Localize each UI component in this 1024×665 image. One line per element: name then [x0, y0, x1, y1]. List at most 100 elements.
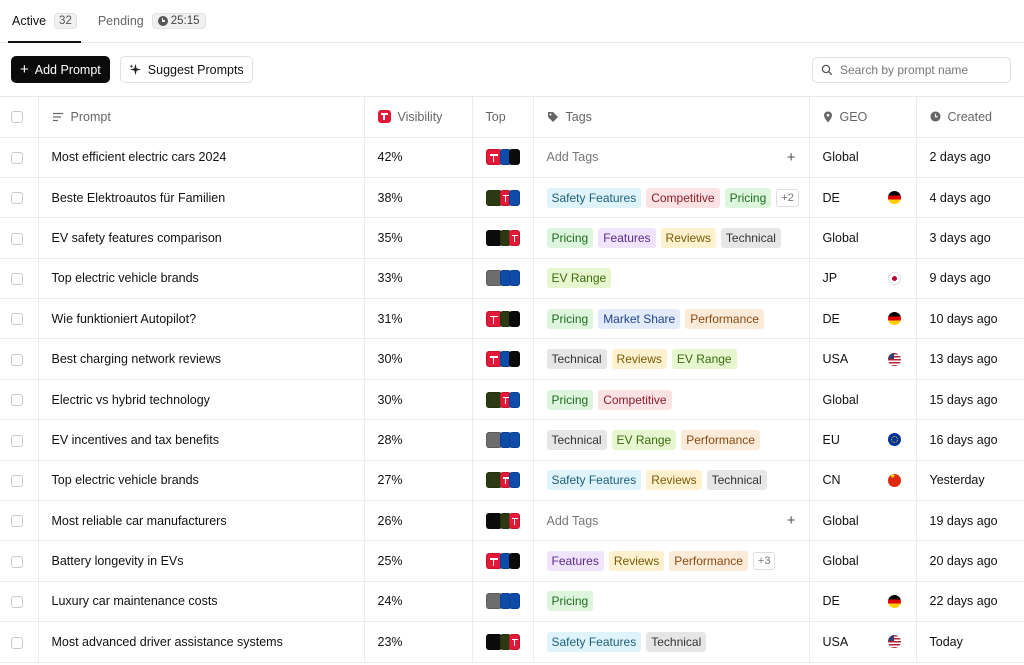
column-header-tags[interactable]: Tags: [533, 97, 810, 138]
row-checkbox[interactable]: [11, 475, 23, 488]
column-header-prompt[interactable]: Prompt: [38, 97, 365, 138]
prompt-cell[interactable]: Best charging network reviews: [38, 338, 365, 380]
tag-chip[interactable]: Competitive: [598, 389, 672, 410]
row-select-cell: [0, 258, 39, 300]
tag-chip[interactable]: Reviews: [660, 227, 716, 248]
visibility-cell: 30%: [364, 338, 473, 380]
top-brands: [485, 472, 520, 489]
tag-chip[interactable]: Pricing: [546, 389, 594, 410]
tag-chip[interactable]: Safety Features: [546, 631, 642, 652]
tag-chip[interactable]: Reviews: [608, 551, 665, 572]
tag-chip[interactable]: EV Range: [546, 268, 612, 289]
row-checkbox[interactable]: [11, 232, 23, 245]
more-tags-badge[interactable]: +2: [776, 188, 799, 207]
prompt-cell[interactable]: Beste Elektroautos für Familien: [38, 177, 365, 219]
prompt-cell[interactable]: Battery longevity in EVs: [38, 540, 365, 582]
table-row[interactable]: Best charging network reviews 30% Techni…: [0, 338, 1024, 380]
brand-logo-icon: [508, 351, 520, 368]
row-checkbox[interactable]: [11, 313, 23, 326]
more-tags-badge[interactable]: +3: [752, 552, 776, 571]
row-checkbox[interactable]: [11, 636, 23, 649]
table-row[interactable]: Top electric vehicle brands 27% Safety F…: [0, 460, 1024, 502]
column-header-visibility-label: Visibility: [397, 109, 443, 124]
add-tags-button[interactable]: Add Tags +: [547, 512, 796, 529]
tag-chip[interactable]: Reviews: [611, 349, 667, 370]
row-checkbox[interactable]: [11, 151, 23, 164]
tag-chip[interactable]: Competitive: [646, 187, 720, 208]
add-prompt-button[interactable]: + Add Prompt: [11, 56, 110, 83]
tag-chip[interactable]: Technical: [546, 429, 607, 450]
prompt-cell[interactable]: Electric vs hybrid technology: [38, 379, 365, 421]
column-header-top-label: Top: [485, 109, 506, 124]
flag-eu-icon: [887, 433, 901, 447]
tag-chip[interactable]: Features: [598, 227, 656, 248]
text-lines-icon: [52, 112, 63, 121]
row-checkbox[interactable]: [11, 596, 23, 609]
top-brands: [485, 553, 520, 570]
column-header-geo[interactable]: GEO: [809, 97, 917, 138]
table-row[interactable]: Electric vs hybrid technology 30% Pricin…: [0, 379, 1024, 421]
suggest-prompts-button[interactable]: Suggest Prompts: [119, 56, 253, 83]
prompt-cell[interactable]: Wie funktioniert Autopilot?: [38, 298, 365, 340]
row-checkbox[interactable]: [11, 394, 23, 407]
add-tags-button[interactable]: Add Tags +: [547, 149, 796, 166]
tags-cell: Safety Features Reviews Technical: [533, 460, 810, 502]
tag-chip[interactable]: Technical: [646, 631, 707, 652]
visibility-cell: 26%: [364, 500, 473, 542]
tag-chip[interactable]: Safety Features: [546, 187, 642, 208]
tag-chip[interactable]: Safety Features: [546, 470, 642, 491]
tag-chip[interactable]: EV Range: [611, 429, 677, 450]
brand-logo-icon: [508, 633, 520, 650]
tag-chip[interactable]: Pricing: [546, 308, 594, 329]
column-header-top[interactable]: Top: [472, 97, 534, 138]
table-row[interactable]: Luxury car maintenance costs 24% Pricing…: [0, 581, 1024, 623]
row-select-cell: [0, 621, 39, 663]
column-header-visibility[interactable]: Visibility: [364, 97, 473, 138]
add-tags-label: Add Tags: [546, 150, 599, 165]
tag-chip[interactable]: Technical: [546, 349, 607, 370]
tag-chip[interactable]: Performance: [685, 308, 764, 329]
prompt-cell[interactable]: Top electric vehicle brands: [38, 258, 365, 300]
tag-chip[interactable]: Features: [546, 551, 604, 572]
geo-label: CN: [822, 473, 841, 488]
prompt-cell[interactable]: EV incentives and tax benefits: [38, 419, 365, 461]
column-header-created[interactable]: Created: [916, 97, 1024, 138]
prompt-cell[interactable]: Most efficient electric cars 2024: [38, 137, 365, 178]
table-row[interactable]: EV incentives and tax benefits 28% Techn…: [0, 419, 1024, 461]
tag-chip[interactable]: Reviews: [646, 470, 702, 491]
tag-chip[interactable]: Pricing: [724, 187, 772, 208]
prompt-cell[interactable]: Top electric vehicle brands: [38, 460, 365, 502]
tag-chip[interactable]: Technical: [720, 227, 781, 248]
tab-active[interactable]: Active 32: [8, 0, 81, 43]
search-input[interactable]: [840, 63, 1000, 77]
row-checkbox[interactable]: [11, 353, 23, 366]
row-checkbox[interactable]: [11, 555, 23, 568]
tag-chip[interactable]: Market Share: [598, 308, 681, 329]
row-checkbox[interactable]: [11, 434, 23, 447]
tag-chip[interactable]: Pricing: [546, 227, 594, 248]
select-all-checkbox[interactable]: [11, 111, 23, 124]
plus-icon: +: [786, 148, 796, 166]
prompt-cell[interactable]: Most reliable car manufacturers: [38, 500, 365, 542]
table-row[interactable]: Most reliable car manufacturers 26% Add …: [0, 500, 1024, 542]
tab-pending[interactable]: Pending 25:15: [94, 0, 210, 42]
prompt-cell[interactable]: Luxury car maintenance costs: [38, 581, 365, 623]
tags-cell: Safety Features Competitive Pricing +2: [533, 177, 810, 219]
row-checkbox[interactable]: [11, 273, 23, 286]
table-row[interactable]: Beste Elektroautos für Familien 38% Safe…: [0, 177, 1024, 219]
tag-chip[interactable]: Performance: [681, 429, 760, 450]
tag-chip[interactable]: EV Range: [671, 349, 737, 370]
row-checkbox[interactable]: [11, 192, 23, 205]
tag-chip[interactable]: Performance: [669, 551, 748, 572]
table-row[interactable]: Most advanced driver assistance systems …: [0, 621, 1024, 663]
table-row[interactable]: Battery longevity in EVs 25% Features Rev…: [0, 540, 1024, 582]
row-checkbox[interactable]: [11, 515, 23, 528]
table-row[interactable]: Wie funktioniert Autopilot? 31% Pricing M…: [0, 298, 1024, 340]
tag-chip[interactable]: Pricing: [546, 591, 594, 612]
prompt-cell[interactable]: Most advanced driver assistance systems: [38, 621, 365, 663]
table-row[interactable]: EV safety features comparison 35% Pricin…: [0, 217, 1024, 259]
table-row[interactable]: Top electric vehicle brands 33% EV Range…: [0, 258, 1024, 300]
prompt-cell[interactable]: EV safety features comparison: [38, 217, 365, 259]
tag-chip[interactable]: Technical: [706, 470, 767, 491]
table-row[interactable]: Most efficient electric cars 2024 42% Ad…: [0, 137, 1024, 178]
